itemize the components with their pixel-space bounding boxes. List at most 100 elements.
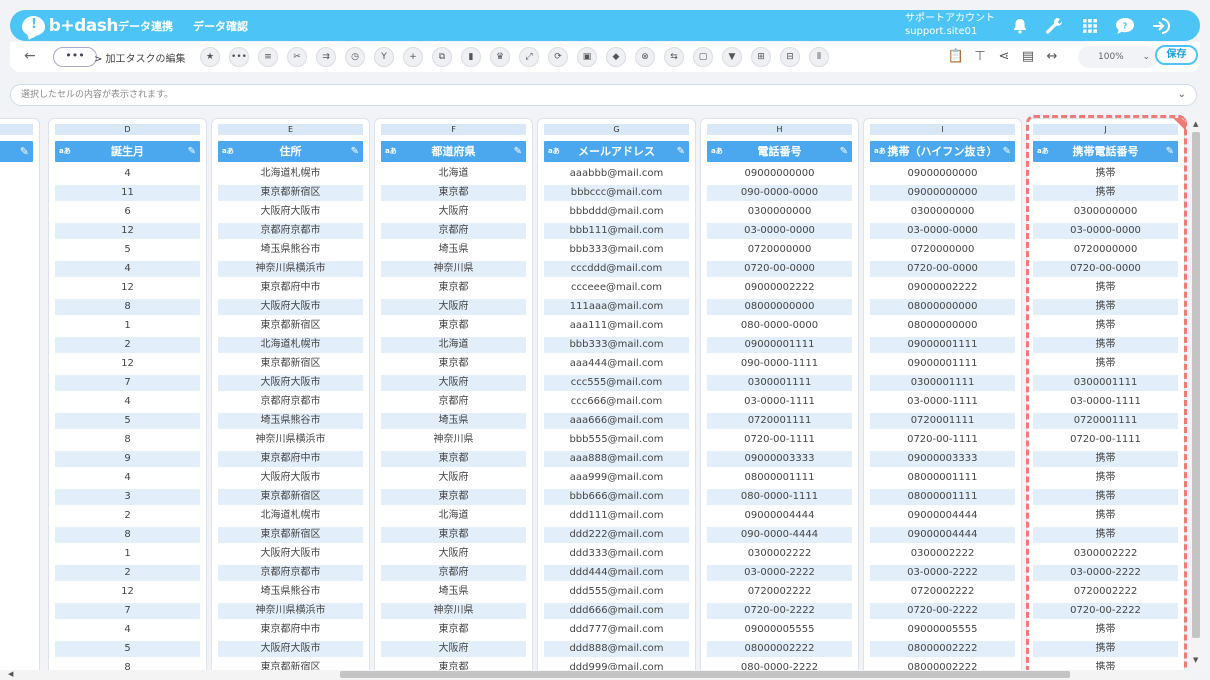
table-cell[interactable]: 0300000000 bbox=[870, 204, 1015, 220]
merge-icon[interactable]: ⇉ bbox=[316, 47, 336, 67]
account-info[interactable]: サポートアカウント support.site01 bbox=[905, 12, 995, 38]
table-cell[interactable]: aaa888@mail.com bbox=[544, 451, 689, 467]
table-cell[interactable]: 東京都 bbox=[381, 489, 526, 505]
table-cell[interactable]: 大阪府大阪市 bbox=[218, 299, 363, 315]
table-cell[interactable]: 12 bbox=[55, 223, 200, 239]
table-cell[interactable]: 09000001111 bbox=[870, 356, 1015, 372]
table-cell[interactable]: 2 bbox=[55, 565, 200, 581]
table-cell[interactable]: ddd333@mail.com bbox=[544, 546, 689, 562]
table-cell[interactable]: 2 bbox=[55, 337, 200, 353]
table-cell[interactable]: 09000001111 bbox=[707, 337, 852, 353]
table-cell[interactable]: 東京都府中市 bbox=[218, 451, 363, 467]
pencil-icon[interactable]: ✎ bbox=[188, 141, 196, 162]
table-cell[interactable]: 携帯 bbox=[1033, 356, 1178, 372]
table-cell[interactable]: 03-0000-0000 bbox=[707, 223, 852, 239]
table-cell[interactable]: 0720001111 bbox=[1033, 413, 1178, 429]
table-cell[interactable]: 東京都新宿区 bbox=[218, 527, 363, 543]
table-cell[interactable]: 埼玉県熊谷市 bbox=[218, 584, 363, 600]
table-cell[interactable]: 0300001111 bbox=[707, 375, 852, 391]
bell-icon[interactable] bbox=[1010, 16, 1030, 36]
table-cell[interactable]: bbbccc@mail.com bbox=[544, 185, 689, 201]
table-cell[interactable]: 08000002222 bbox=[870, 660, 1015, 670]
table-cell[interactable]: 0720-00-2222 bbox=[1033, 603, 1178, 619]
column-letter[interactable]: E bbox=[218, 124, 363, 135]
table-cell[interactable]: 携帯 bbox=[1033, 299, 1178, 315]
table-cell[interactable]: 携帯 bbox=[1033, 166, 1178, 182]
table-cell[interactable]: 東京都 bbox=[381, 660, 526, 670]
cell-content-bar[interactable]: 選択したセルの内容が表示されます。 ⌄ bbox=[10, 84, 1197, 106]
wrench-icon[interactable] bbox=[1044, 16, 1064, 36]
copy-icon[interactable]: ⧉ bbox=[432, 47, 452, 67]
table-cell[interactable]: 東京都 bbox=[381, 622, 526, 638]
table-cell[interactable]: 大阪府 bbox=[381, 299, 526, 315]
table-cell[interactable]: 0300002222 bbox=[1033, 546, 1178, 562]
table-cell[interactable]: 0720-00-1111 bbox=[707, 432, 852, 448]
pencil-icon[interactable]: ✎ bbox=[20, 145, 29, 158]
table-cell[interactable]: aaa444@mail.com bbox=[544, 356, 689, 372]
table-cell[interactable]: 09000004444 bbox=[870, 508, 1015, 524]
table-cell[interactable]: 0720-00-1111 bbox=[1033, 432, 1178, 448]
table-cell[interactable]: 090-0000-4444 bbox=[707, 527, 852, 543]
table-cell[interactable]: 08000001111 bbox=[707, 470, 852, 486]
column-letter[interactable]: F bbox=[381, 124, 526, 135]
table-cell[interactable]: 京都府 bbox=[381, 565, 526, 581]
table-cell[interactable]: 東京都 bbox=[381, 451, 526, 467]
table-cell[interactable]: 京都府 bbox=[381, 394, 526, 410]
table-cell[interactable]: 03-0000-0000 bbox=[870, 223, 1015, 239]
table-cell[interactable]: 埼玉県熊谷市 bbox=[218, 242, 363, 258]
table-cell[interactable]: bbb555@mail.com bbox=[544, 432, 689, 448]
clipboard-icon[interactable]: 📋 bbox=[946, 47, 966, 67]
table-cell[interactable]: 携帯 bbox=[1033, 508, 1178, 524]
table-cell[interactable]: 携帯 bbox=[1033, 622, 1178, 638]
table-cell[interactable]: 東京都新宿区 bbox=[218, 356, 363, 372]
table-cell[interactable]: bbb111@mail.com bbox=[544, 223, 689, 239]
table-cell[interactable]: 0720001111 bbox=[707, 413, 852, 429]
table-cell[interactable]: 5 bbox=[55, 413, 200, 429]
plus-icon[interactable]: + bbox=[403, 47, 423, 67]
table-cell[interactable]: cccddd@mail.com bbox=[544, 261, 689, 277]
table-cell[interactable]: 09000002222 bbox=[870, 280, 1015, 296]
table-cell[interactable]: 携帯 bbox=[1033, 318, 1178, 334]
table-cell[interactable]: 03-0000-1111 bbox=[707, 394, 852, 410]
column-header-partial[interactable]: ✎ bbox=[0, 141, 33, 162]
table-cell[interactable]: 8 bbox=[55, 432, 200, 448]
table-cell[interactable]: 12 bbox=[55, 280, 200, 296]
table-cell[interactable]: 080-0000-0000 bbox=[707, 318, 852, 334]
table-cell[interactable]: 09000004444 bbox=[707, 508, 852, 524]
frame-icon[interactable]: ▢ bbox=[693, 47, 713, 67]
table-cell[interactable]: ddd222@mail.com bbox=[544, 527, 689, 543]
table-cell[interactable]: 03-0000-0000 bbox=[1033, 223, 1178, 239]
column-letter[interactable]: J bbox=[1033, 124, 1178, 135]
table-cell[interactable]: ccc666@mail.com bbox=[544, 394, 689, 410]
table-cell[interactable]: 09000003333 bbox=[870, 451, 1015, 467]
logout-icon[interactable] bbox=[1152, 16, 1172, 36]
table-cell[interactable]: 0720-00-0000 bbox=[707, 261, 852, 277]
table-cell[interactable]: 0720000000 bbox=[1033, 242, 1178, 258]
table-cell[interactable]: aaa999@mail.com bbox=[544, 470, 689, 486]
column-header[interactable]: aあ 携帯（ハイフン抜き） ✎ bbox=[870, 141, 1015, 162]
table-cell[interactable]: 1 bbox=[55, 318, 200, 334]
table-cell[interactable]: 埼玉県 bbox=[381, 413, 526, 429]
table-cell[interactable]: 京都府 bbox=[381, 223, 526, 239]
table-cell[interactable]: 08000002222 bbox=[707, 641, 852, 657]
table-cell[interactable]: 携帯 bbox=[1033, 660, 1178, 670]
column-letter[interactable]: D bbox=[55, 124, 200, 135]
table-cell[interactable]: 08000001111 bbox=[870, 489, 1015, 505]
table-cell[interactable]: 09000003333 bbox=[707, 451, 852, 467]
tag-icon[interactable]: ⊞ bbox=[751, 47, 771, 67]
split-icon[interactable]: ⫴ bbox=[809, 47, 829, 67]
table-cell[interactable]: 大阪府 bbox=[381, 375, 526, 391]
column-header[interactable]: aあ 携帯電話番号 ✎ bbox=[1033, 141, 1178, 162]
table-cell[interactable]: 5 bbox=[55, 641, 200, 657]
star-icon[interactable]: ★ bbox=[200, 47, 220, 67]
table-cell[interactable]: 0720-00-2222 bbox=[870, 603, 1015, 619]
table-icon[interactable]: ⊟ bbox=[780, 47, 800, 67]
table-cell[interactable]: aaabbb@mail.com bbox=[544, 166, 689, 182]
table-cell[interactable]: 京都府京都市 bbox=[218, 394, 363, 410]
more-menu-button[interactable]: ••• bbox=[53, 47, 97, 67]
table-cell[interactable]: 東京都府中市 bbox=[218, 622, 363, 638]
table-cell[interactable]: 東京都新宿区 bbox=[218, 318, 363, 334]
table-cell[interactable]: bbb666@mail.com bbox=[544, 489, 689, 505]
table-cell[interactable]: 携帯 bbox=[1033, 451, 1178, 467]
column-letter[interactable]: I bbox=[870, 124, 1015, 135]
